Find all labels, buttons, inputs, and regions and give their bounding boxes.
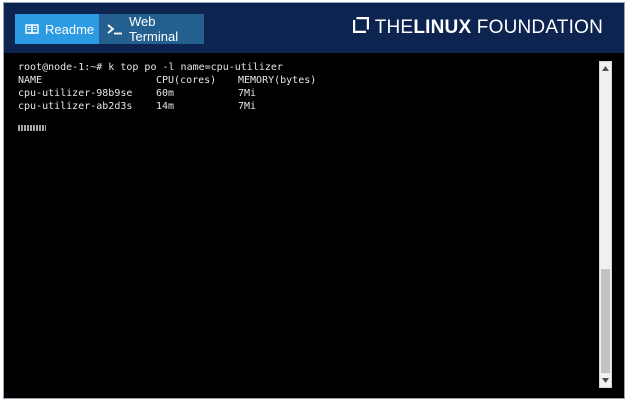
column-header-cpu: CPU(cores) xyxy=(156,75,217,86)
pod-memory: 7Mi xyxy=(238,88,257,99)
book-icon xyxy=(25,23,39,35)
brand-foundation: FOUNDATION xyxy=(476,17,603,38)
table-row: cpu-utilizer-98b9se 60m 7Mi xyxy=(18,87,597,100)
scroll-down-arrow-icon[interactable] xyxy=(600,374,611,387)
scrollbar-thumb[interactable] xyxy=(601,269,610,373)
tab-readme-label: Readme xyxy=(45,21,95,37)
tab-web-terminal[interactable]: Web Terminal xyxy=(99,14,204,44)
pod-name: cpu-utilizer-ab2d3s xyxy=(18,101,133,112)
pod-cpu: 60m xyxy=(156,88,175,99)
scroll-up-arrow-icon[interactable] xyxy=(600,62,611,75)
brand-linux: LINUX xyxy=(413,17,472,38)
tab-web-terminal-label: Web Terminal xyxy=(129,14,179,44)
column-header-name: NAME xyxy=(18,75,43,86)
table-row: cpu-utilizer-ab2d3s 14m 7Mi xyxy=(18,100,597,113)
linux-foundation-logo-icon xyxy=(352,16,369,39)
app-window: Readme Web Terminal THELINUX FOUNDATION xyxy=(3,2,625,399)
terminal-scrollbar[interactable] xyxy=(599,61,612,388)
pod-memory: 7Mi xyxy=(238,101,257,112)
brand-the: THE xyxy=(374,17,414,38)
top-bar: Readme Web Terminal THELINUX FOUNDATION xyxy=(4,3,624,53)
table-header: NAME CPU(cores) MEMORY(bytes) xyxy=(18,74,597,87)
terminal-output[interactable]: root@node-1:~# k top po -l name=cpu-util… xyxy=(4,53,597,398)
pod-cpu: 14m xyxy=(156,101,175,112)
column-header-memory: MEMORY(bytes) xyxy=(238,75,317,86)
linux-foundation-brand: THELINUX FOUNDATION xyxy=(352,16,603,39)
command-line: root@node-1:~# k top po -l name=cpu-util… xyxy=(18,62,283,73)
terminal-cursor xyxy=(18,125,46,131)
tab-readme[interactable]: Readme xyxy=(15,14,99,44)
pod-name: cpu-utilizer-98b9se xyxy=(18,88,133,99)
terminal-prompt-icon xyxy=(107,23,123,35)
